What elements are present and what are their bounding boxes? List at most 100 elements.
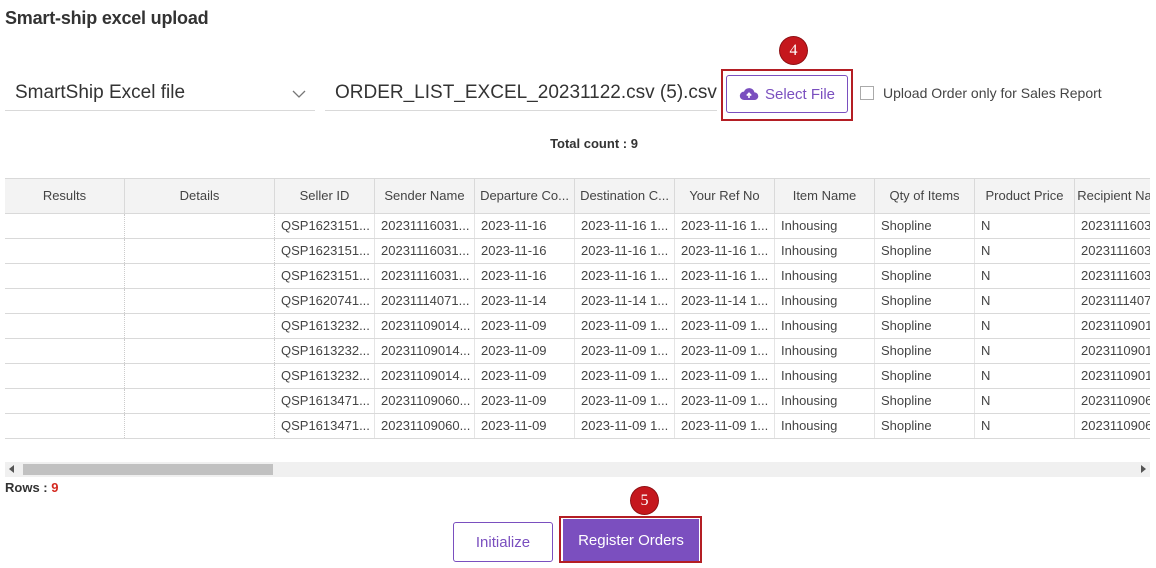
table-cell [5, 264, 125, 288]
table-cell: 2023-11-09 1... [675, 414, 775, 438]
register-orders-button[interactable]: Register Orders [563, 519, 699, 561]
column-header[interactable]: Destination C... [575, 179, 675, 213]
table-cell: QSP1613471... [275, 389, 375, 413]
table-cell: N [975, 364, 1075, 388]
grid-header: Results Details Seller ID Sender Name Depart… [5, 179, 1150, 214]
table-cell: 2023110901 [1075, 364, 1150, 388]
table-cell: Shopline [875, 264, 975, 288]
table-cell [125, 239, 275, 263]
table-cell: Shopline [875, 414, 975, 438]
table-cell: 2023-11-09 1... [575, 389, 675, 413]
file-type-select[interactable]: SmartShip Excel file [5, 76, 315, 111]
table-cell [125, 214, 275, 238]
page-title: Smart-ship excel upload [5, 8, 209, 28]
table-cell: QSP1623151... [275, 239, 375, 263]
table-cell: 20231109060... [375, 414, 475, 438]
table-cell: 2023110901 [1075, 314, 1150, 338]
table-cell: Inhousing [775, 314, 875, 338]
table-cell: Inhousing [775, 214, 875, 238]
table-cell: 2023-11-09 1... [675, 389, 775, 413]
horizontal-scrollbar[interactable] [5, 462, 1150, 477]
table-cell: 2023-11-09 [475, 339, 575, 363]
sales-report-option[interactable]: Upload Order only for Sales Report [860, 85, 1102, 101]
step-4-marker: 4 [780, 37, 807, 64]
table-row[interactable]: QSP1613471... 20231109060... 2023-11-09 202… [5, 389, 1150, 414]
table-cell: QSP1623151... [275, 264, 375, 288]
scroll-thumb[interactable] [23, 464, 273, 475]
table-cell: 2023-11-09 [475, 414, 575, 438]
table-row[interactable]: QSP1613471... 20231109060... 2023-11-09 202… [5, 414, 1150, 439]
table-cell: QSP1613471... [275, 414, 375, 438]
table-cell: 2023-11-16 1... [675, 264, 775, 288]
table-cell [125, 264, 275, 288]
column-header[interactable]: Results [5, 179, 125, 213]
table-cell [125, 314, 275, 338]
table-cell: 2023-11-14 1... [575, 289, 675, 313]
table-cell: 20231116031... [375, 214, 475, 238]
table-cell: Inhousing [775, 414, 875, 438]
table-cell: 2023110906 [1075, 389, 1150, 413]
sales-report-label: Upload Order only for Sales Report [883, 85, 1102, 101]
table-cell: 20231109014... [375, 364, 475, 388]
table-cell: 20231109014... [375, 339, 475, 363]
table-cell: QSP1613232... [275, 364, 375, 388]
table-cell [5, 364, 125, 388]
table-cell: 2023-11-16 1... [575, 214, 675, 238]
table-cell: 2023-11-09 1... [575, 414, 675, 438]
sales-report-checkbox[interactable] [860, 86, 874, 100]
table-cell [5, 339, 125, 363]
table-cell: 2023-11-09 1... [575, 314, 675, 338]
column-header[interactable]: Qty of Items [875, 179, 975, 213]
select-file-button[interactable]: Select File [726, 75, 848, 113]
table-cell [5, 239, 125, 263]
column-header[interactable]: Recipient Na [1075, 179, 1150, 213]
table-cell: Inhousing [775, 264, 875, 288]
rows-count-label: Rows : 9 [5, 480, 58, 495]
scroll-right-icon[interactable] [1141, 465, 1146, 473]
table-cell: 2023-11-09 1... [575, 364, 675, 388]
table-row[interactable]: QSP1620741... 20231114071... 2023-11-14 202… [5, 289, 1150, 314]
table-cell: 2023-11-09 1... [675, 364, 775, 388]
cloud-upload-icon [739, 88, 759, 100]
table-row[interactable]: QSP1623151... 20231116031... 2023-11-16 202… [5, 239, 1150, 264]
chevron-down-icon [292, 90, 306, 98]
table-row[interactable]: QSP1613232... 20231109014... 2023-11-09 202… [5, 364, 1150, 389]
column-header[interactable]: Seller ID [275, 179, 375, 213]
orders-grid: Results Details Seller ID Sender Name Depart… [5, 178, 1150, 479]
table-cell: 20231109060... [375, 389, 475, 413]
table-cell [5, 389, 125, 413]
total-count: Total count : 9 [550, 136, 638, 151]
column-header[interactable]: Your Ref No [675, 179, 775, 213]
table-cell: 2023-11-16 1... [675, 239, 775, 263]
file-type-select-value: SmartShip Excel file [15, 82, 186, 103]
table-row[interactable]: QSP1623151... 20231116031... 2023-11-16 202… [5, 264, 1150, 289]
table-row[interactable]: QSP1613232... 20231109014... 2023-11-09 202… [5, 314, 1150, 339]
table-cell: N [975, 339, 1075, 363]
table-cell: QSP1613232... [275, 339, 375, 363]
table-cell: Shopline [875, 339, 975, 363]
table-cell [5, 214, 125, 238]
table-cell: Shopline [875, 389, 975, 413]
table-cell [125, 339, 275, 363]
rows-label-prefix: Rows : [5, 480, 52, 495]
table-cell: Inhousing [775, 239, 875, 263]
table-cell: 2023-11-14 [475, 289, 575, 313]
table-cell [5, 414, 125, 438]
table-cell: 2023-11-09 1... [675, 339, 775, 363]
table-row[interactable]: QSP1623151... 20231116031... 2023-11-16 202… [5, 214, 1150, 239]
table-cell: 2023-11-14 1... [675, 289, 775, 313]
scroll-left-icon[interactable] [9, 465, 14, 473]
table-cell: 2023111603 [1075, 264, 1150, 288]
table-row[interactable]: QSP1613232... 20231109014... 2023-11-09 202… [5, 339, 1150, 364]
table-cell: 2023-11-16 [475, 214, 575, 238]
column-header[interactable]: Details [125, 179, 275, 213]
initialize-button[interactable]: Initialize [453, 522, 553, 562]
column-header[interactable]: Item Name [775, 179, 875, 213]
file-name-field: ORDER_LIST_EXCEL_20231122.csv (5).csv [325, 76, 717, 111]
column-header[interactable]: Sender Name [375, 179, 475, 213]
table-cell [5, 289, 125, 313]
table-cell: 2023-11-09 1... [675, 314, 775, 338]
column-header[interactable]: Product Price [975, 179, 1075, 213]
column-header[interactable]: Departure Co... [475, 179, 575, 213]
table-cell: Inhousing [775, 339, 875, 363]
